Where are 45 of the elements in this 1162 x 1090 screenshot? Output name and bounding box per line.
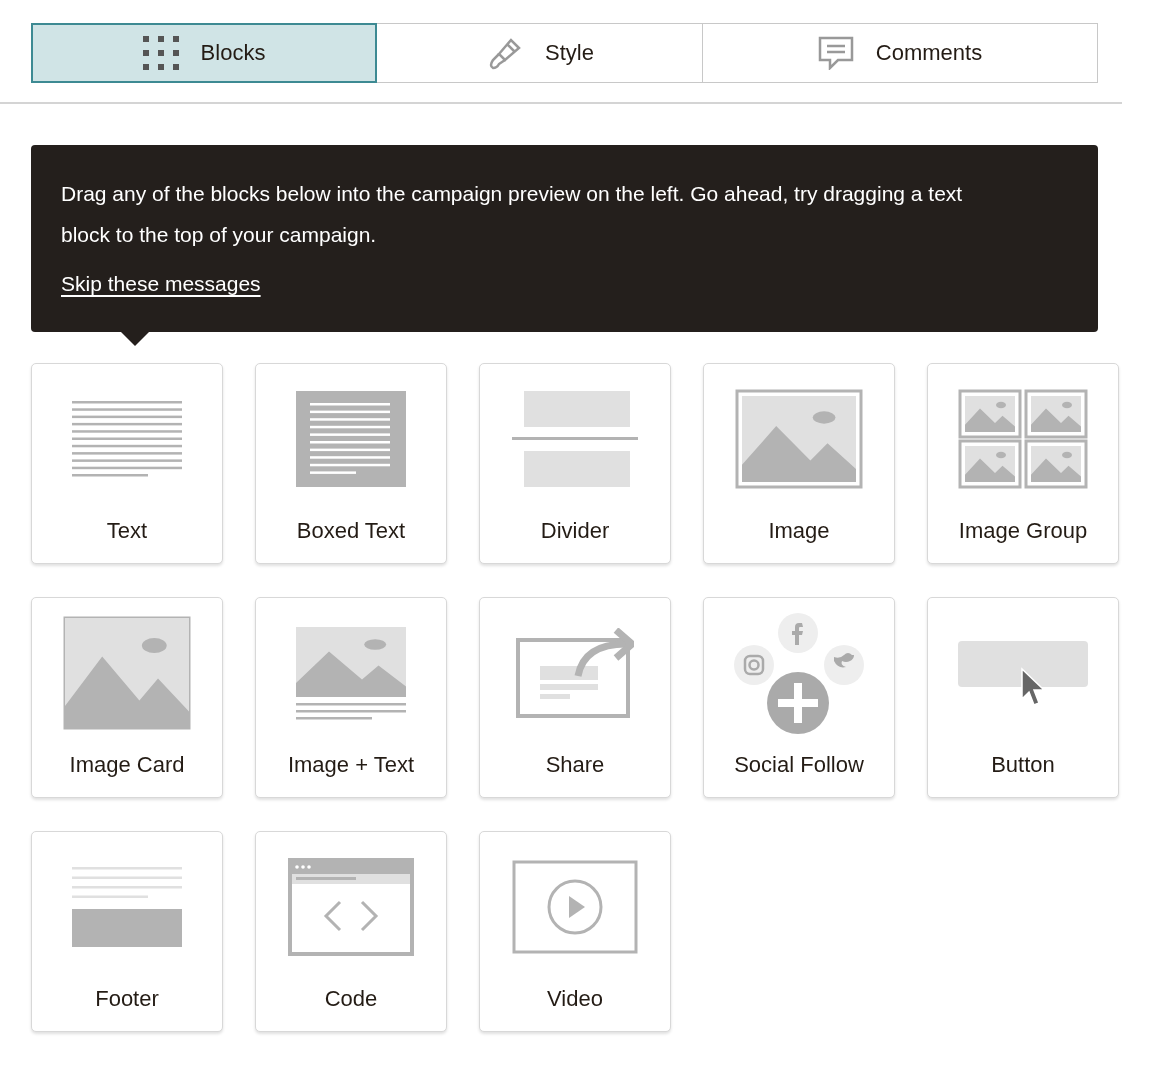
skip-messages-link[interactable]: Skip these messages (61, 272, 261, 296)
block-card[interactable]: Text (31, 363, 223, 564)
block-card[interactable]: Image + Text (255, 597, 447, 798)
video-icon (512, 860, 638, 954)
block-card[interactable]: Video (479, 831, 671, 1032)
block-label: Boxed Text (296, 518, 406, 544)
block-card[interactable]: Button (927, 597, 1119, 798)
button-cursor-icon (956, 639, 1090, 707)
image-icon (735, 389, 863, 489)
tab[interactable]: Blocks (31, 23, 377, 83)
block-label: Text (106, 518, 148, 544)
block-card[interactable]: Footer (31, 831, 223, 1032)
tab[interactable]: Comments (703, 23, 1098, 83)
footer-icon (70, 865, 184, 949)
grid-icon (142, 36, 179, 70)
tab[interactable]: Style (377, 23, 703, 83)
block-card[interactable]: Image Group (927, 363, 1119, 564)
boxed-text-icon (294, 389, 408, 489)
block-label: Button (991, 752, 1055, 778)
tooltip-text: Drag any of the blocks below into the campaign preview on the left. Go ahead, try dragging a text block to the top of your campaign. (61, 181, 964, 248)
block-label: Divider (540, 518, 610, 544)
block-card[interactable]: Boxed Text (255, 363, 447, 564)
image-group-icon (958, 389, 1088, 489)
image-text-icon (294, 624, 408, 722)
block-card[interactable]: Social Follow (703, 597, 895, 798)
block-label: Image (768, 518, 830, 544)
block-label: Image + Text (287, 752, 415, 778)
block-card[interactable]: Share (479, 597, 671, 798)
block-card[interactable]: Code (255, 831, 447, 1032)
block-label: Social Follow (734, 752, 864, 778)
block-label: Video (547, 986, 603, 1012)
block-card[interactable]: Divider (479, 363, 671, 564)
block-label: Image Card (69, 752, 185, 778)
block-label: Code (324, 986, 378, 1012)
block-card[interactable]: Image (703, 363, 895, 564)
block-label: Share (545, 752, 605, 778)
share-icon (516, 628, 634, 718)
block-label: Footer (95, 986, 159, 1012)
divider-icon (510, 389, 640, 489)
text-lines-icon (70, 399, 184, 479)
block-label: Image Group (958, 518, 1088, 544)
comment-icon (817, 36, 854, 70)
image-card-icon (63, 616, 191, 730)
code-icon (288, 858, 414, 956)
block-card[interactable]: Image Card (31, 597, 223, 798)
